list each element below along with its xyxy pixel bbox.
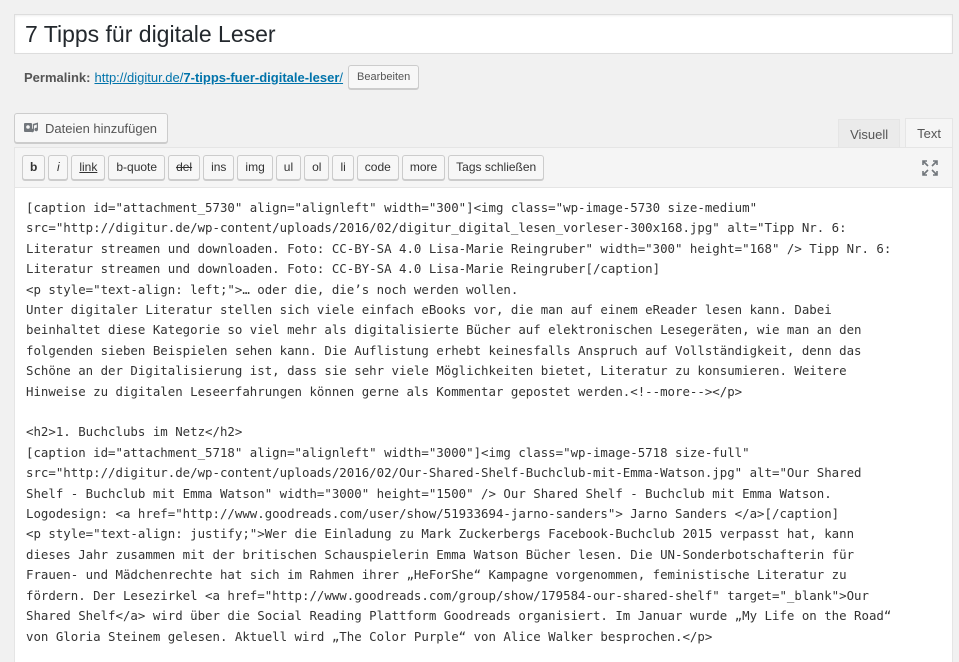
content-line xyxy=(26,402,941,422)
text-editor: b i link b-quote del ins img ul ol li co… xyxy=(14,147,953,662)
tab-visual[interactable]: Visuell xyxy=(838,119,901,148)
content-line: [caption id="attachment_5718" align="ali… xyxy=(26,444,750,460)
qt-blockquote-button[interactable]: b-quote xyxy=(108,155,166,180)
content-line: Shelf - Buchclub mit Emma Watson" width=… xyxy=(26,485,832,501)
qt-bold-button[interactable]: b xyxy=(22,155,46,180)
permalink-label: Permalink: xyxy=(24,69,91,85)
qt-code-button[interactable]: code xyxy=(356,155,399,180)
tab-text[interactable]: Text xyxy=(905,118,953,148)
content-line: [caption id="attachment_5730" align="ali… xyxy=(26,200,758,215)
qt-ol-button[interactable]: ol xyxy=(304,155,330,180)
add-media-button[interactable]: Dateien hinzufügen xyxy=(14,113,169,143)
qt-ul-button[interactable]: ul xyxy=(275,155,302,180)
qt-close-tags-button[interactable]: Tags schließen xyxy=(448,155,545,180)
content-line: src="http://digitur.de/wp-content/upload… xyxy=(26,465,862,481)
content-line: <h2>1. Buchclubs im Netz</h2> xyxy=(26,424,243,440)
content-line: Literatur streamen und downloaden. Foto:… xyxy=(26,240,892,256)
qt-more-button[interactable]: more xyxy=(401,155,446,180)
content-textarea[interactable]: [caption id="attachment_5730" align="ali… xyxy=(15,188,952,662)
post-title-input[interactable] xyxy=(15,15,952,53)
content-line: von Gloria Steinem gelesen. Aktuell wird… xyxy=(26,628,713,644)
qt-del-button[interactable]: del xyxy=(168,155,201,180)
qt-img-button[interactable]: img xyxy=(237,155,273,180)
permalink-row: Permalink: http://digitur.de/7-tipps-fue… xyxy=(24,64,420,90)
permalink-url-prefix: http://digitur.de/ xyxy=(94,69,184,85)
content-line: Hinweise zu digitalen Leseerfahrungen kö… xyxy=(26,383,743,399)
title-field-wrapper xyxy=(14,14,953,54)
content-line: <p style="text-align: justify;">Wer die … xyxy=(26,526,855,542)
content-line: Literatur streamen und downloaden. Foto:… xyxy=(26,261,661,277)
content-line: beinhaltet diese Kategorie so viel mehr … xyxy=(26,322,862,338)
editor-tabs: Visuell Text xyxy=(833,118,953,148)
permalink-slug: 7-tipps-fuer-digitale-leser xyxy=(183,69,340,85)
content-line: Schöne an der Digitalisierung ist, dass … xyxy=(26,363,847,379)
add-media-label: Dateien hinzufügen xyxy=(45,120,158,136)
content-line: folgenden sieben Beispielen sehen kann. … xyxy=(26,342,862,358)
content-line: <p style="text-align: left;">… oder die,… xyxy=(26,281,519,297)
content-line: src="http://digitur.de/wp-content/upload… xyxy=(26,220,847,236)
quicktags-toolbar: b i link b-quote del ins img ul ol li co… xyxy=(15,148,952,188)
content-line: Logodesign: <a href="http://www.goodread… xyxy=(26,506,840,522)
content-line: Unter digitaler Literatur stellen sich v… xyxy=(26,302,832,318)
content-line: dieses Jahr zusammen mit der britischen … xyxy=(26,546,855,562)
qt-li-button[interactable]: li xyxy=(332,155,354,180)
content-line: Frauen- und Mädchenrechte hat sich im Ra… xyxy=(26,567,847,583)
permalink-edit-button[interactable]: Bearbeiten xyxy=(348,65,420,89)
fullscreen-icon[interactable] xyxy=(921,159,939,177)
permalink-url-suffix: / xyxy=(339,69,344,85)
qt-link-button[interactable]: link xyxy=(71,155,106,180)
permalink-link[interactable]: http://digitur.de/7-tipps-fuer-digitale-… xyxy=(94,70,343,85)
content-line: Shared Shelf</a> wird über die Social Re… xyxy=(26,608,892,624)
qt-italic-button[interactable]: i xyxy=(48,155,69,180)
qt-ins-button[interactable]: ins xyxy=(203,155,235,180)
media-icon xyxy=(23,120,39,136)
content-line: fördern. Der Lesezirkel <a href="http://… xyxy=(26,587,869,603)
